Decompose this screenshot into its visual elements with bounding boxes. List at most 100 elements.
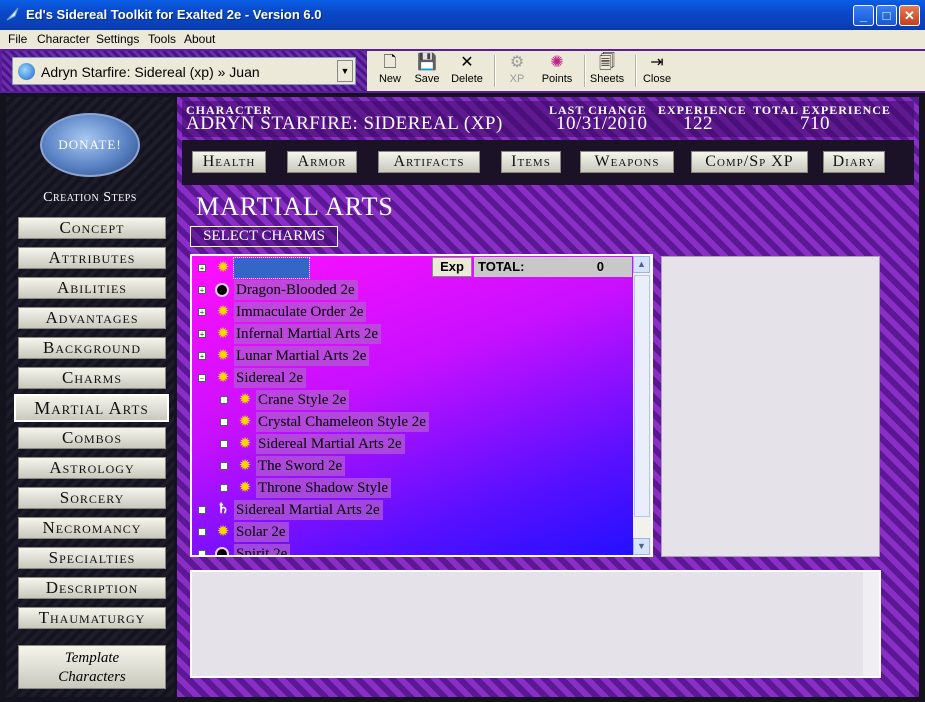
step-specialties[interactable]: Specialties [18,547,166,569]
close-button[interactable]: ⇥ Close [634,51,680,91]
title-bar: Ed's Sidereal Toolkit for Exalted 2e - V… [0,0,925,30]
delete-button[interactable]: ✕ Delete [444,51,490,91]
tab-armor[interactable]: Armor [287,151,357,173]
tree-node[interactable]: ✹ Solar 2e [192,522,632,542]
expand-icon[interactable]: + [198,286,206,295]
tree-node-label: Solar 2e [234,522,289,542]
tab-items[interactable]: Items [501,151,561,173]
tree-node[interactable]: + Dragon-Blooded 2e [192,280,632,300]
sun-icon: ✹ [216,260,230,276]
tree-node[interactable]: ♄ Sidereal Martial Arts 2e [192,500,632,520]
chevron-down-icon[interactable]: ▼ [337,60,353,82]
template-characters-button[interactable]: Template Characters [18,645,166,689]
expand-icon[interactable] [198,506,206,514]
total-box: TOTAL: 0 [474,257,632,277]
expand-icon[interactable] [220,440,228,448]
tree-node-label: The Sword 2e [256,456,346,476]
scroll-up-icon[interactable]: ▲ [633,256,650,273]
menu-file[interactable]: File [8,32,27,46]
tree-node[interactable]: Spirit 2e [192,544,632,555]
step-astrology[interactable]: Astrology [18,457,166,479]
points-button[interactable]: ✺ Points [534,51,580,91]
character-select[interactable]: Adryn Starfire: Sidereal (xp) » Juan ▼ [12,57,356,85]
tree-scroll-thumb[interactable] [634,275,650,517]
step-combos[interactable]: Combos [18,427,166,449]
expand-icon[interactable] [220,396,228,404]
tab-health[interactable]: Health [192,151,266,173]
step-abilities[interactable]: Abilities [18,277,166,299]
points-icon: ✺ [550,54,564,71]
tree-node-label: Crane Style 2e [256,390,350,410]
tree-node[interactable]: ✹ Crystal Chameleon Style 2e [192,412,632,432]
tree-node-label: Celestial 2e [232,257,311,279]
description-scrollbar[interactable] [863,572,879,676]
close-window-button[interactable]: ✕ [899,5,920,26]
step-concept[interactable]: Concept [18,217,166,239]
sun-icon: ✹ [238,436,252,452]
template-line1: Template [64,650,120,666]
step-description[interactable]: Description [18,577,166,599]
expand-icon[interactable]: + [198,330,206,339]
sheets-button[interactable]: 🗐 Sheets [584,51,630,91]
menu-about[interactable]: About [184,32,215,46]
character-value: ADRYN STARFIRE: SIDEREAL (XP) [186,113,503,134]
tab-diary[interactable]: Diary [823,151,885,173]
expand-icon[interactable]: + [198,264,206,273]
scroll-down-icon[interactable]: ▼ [633,538,650,555]
collapse-icon[interactable]: − [198,374,206,383]
tree-node[interactable]: − ✹ Sidereal 2e [192,368,632,388]
minimize-button[interactable]: _ [853,5,874,26]
expand-icon[interactable] [198,550,206,555]
tab-artifacts[interactable]: Artifacts [378,151,480,173]
sheets-label: Sheets [589,73,625,85]
tree-node[interactable]: + ✹ Lunar Martial Arts 2e [192,346,632,366]
expand-icon[interactable] [198,528,206,536]
save-label: Save [414,73,440,85]
menu-tools[interactable]: Tools [148,32,176,46]
xp-label: XP [509,73,525,85]
tab-weapons[interactable]: Weapons [580,151,674,173]
step-sorcery[interactable]: Sorcery [18,487,166,509]
charm-detail-panel [661,256,880,557]
sun-icon: ✹ [216,370,230,386]
exp-button[interactable]: Exp [432,257,472,277]
expand-icon[interactable] [220,418,228,426]
menu-settings[interactable]: Settings [96,32,139,46]
step-martial-arts[interactable]: Martial Arts [14,394,169,422]
step-necromancy[interactable]: Necromancy [18,517,166,539]
tree-node[interactable]: ✹ Crane Style 2e [192,390,632,410]
creation-steps-heading: Creation Steps [43,190,137,205]
tree-node-label: Dragon-Blooded 2e [234,280,358,300]
menu-character[interactable]: Character [37,32,90,46]
tree-node[interactable]: + ✹ Infernal Martial Arts 2e [192,324,632,344]
tree-node[interactable]: ✹ The Sword 2e [192,456,632,476]
step-advantages[interactable]: Advantages [18,307,166,329]
tree-node-label: Immaculate Order 2e [234,302,367,322]
expand-icon[interactable] [220,462,228,470]
step-thaumaturgy[interactable]: Thaumaturgy [18,607,166,629]
step-background[interactable]: Background [18,337,166,359]
maximize-button[interactable]: □ [876,5,897,26]
donate-button[interactable]: DONATE! [40,113,140,177]
expand-icon[interactable] [220,484,228,492]
expand-icon[interactable]: + [198,352,206,361]
delete-x-icon: ✕ [460,54,474,71]
step-charms[interactable]: Charms [18,367,166,389]
last-change-value: 10/31/2010 [556,113,648,134]
delete-label: Delete [451,73,483,85]
expand-icon[interactable]: + [198,308,206,317]
tree-node-label: Spirit 2e [234,544,291,555]
tree-node[interactable]: ✹ Throne Shadow Style [192,478,632,498]
tab-comp-sp-xp[interactable]: Comp/Sp XP [691,151,808,173]
tree-node-label: Infernal Martial Arts 2e [234,324,382,344]
tree-node[interactable]: ✹ Sidereal Martial Arts 2e [192,434,632,454]
app-quill-icon [6,7,19,21]
tree-node[interactable]: + ✹ Immaculate Order 2e [192,302,632,322]
tree-node-label: Throne Shadow Style [256,478,391,498]
description-textarea[interactable] [190,570,881,678]
total-value: 0 [596,259,604,274]
select-charms-button[interactable]: SELECT CHARMS [190,226,338,247]
step-attributes[interactable]: Attributes [18,247,166,269]
sun-icon: ✹ [216,524,230,540]
martial-arts-tree[interactable]: + ✹ Celestial 2e + Dragon-Blooded 2e + ✹ Immacu… [190,254,653,557]
